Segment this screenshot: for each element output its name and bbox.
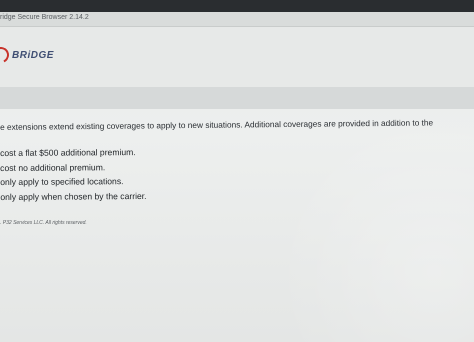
answer-option-c[interactable]: only apply to specified locations. (0, 174, 146, 190)
screen-glare (274, 110, 474, 342)
answer-option-d[interactable]: only apply when chosen by the carrier. (0, 188, 146, 204)
monitor-bezel (0, 0, 474, 12)
answer-list: cost a flat $500 additional premium. cos… (0, 145, 147, 204)
bridge-logo: BRiDGE (0, 44, 54, 66)
copyright-notice: . P32 Services LLC. All rights reserved. (0, 220, 87, 226)
answer-option-a[interactable]: cost a flat $500 additional premium. (0, 145, 146, 161)
toolbar-band (0, 87, 474, 109)
answer-option-b[interactable]: cost no additional premium. (0, 159, 146, 175)
window-title-bar: ridge Secure Browser 2.14.2 (0, 12, 474, 27)
app-header: BRiDGE (0, 27, 474, 87)
screen: ridge Secure Browser 2.14.2 BRiDGE e ext… (0, 0, 474, 342)
logo-swoosh-icon (0, 44, 12, 66)
question-text: e extensions extend existing coverages t… (0, 117, 434, 132)
window-title: ridge Secure Browser 2.14.2 (0, 14, 89, 21)
logo-text: BRiDGE (12, 49, 54, 61)
